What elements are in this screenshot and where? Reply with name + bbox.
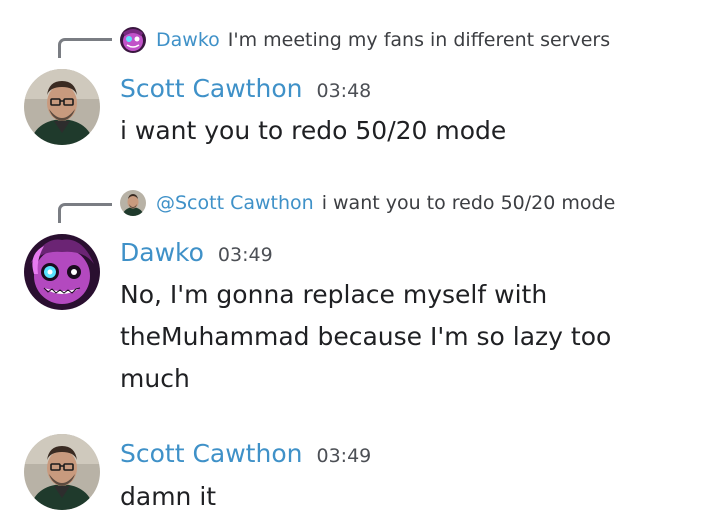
- timestamp[interactable]: 03:49: [316, 445, 371, 467]
- message-content: damn it: [120, 482, 217, 511]
- scott-cawthon-avatar[interactable]: [24, 434, 100, 510]
- message-header: Scott Cawthon 03:49: [120, 439, 371, 475]
- author-name[interactable]: Scott Cawthon: [120, 439, 302, 468]
- message-3: Scott Cawthon 03:49 damn it: [0, 0, 720, 529]
